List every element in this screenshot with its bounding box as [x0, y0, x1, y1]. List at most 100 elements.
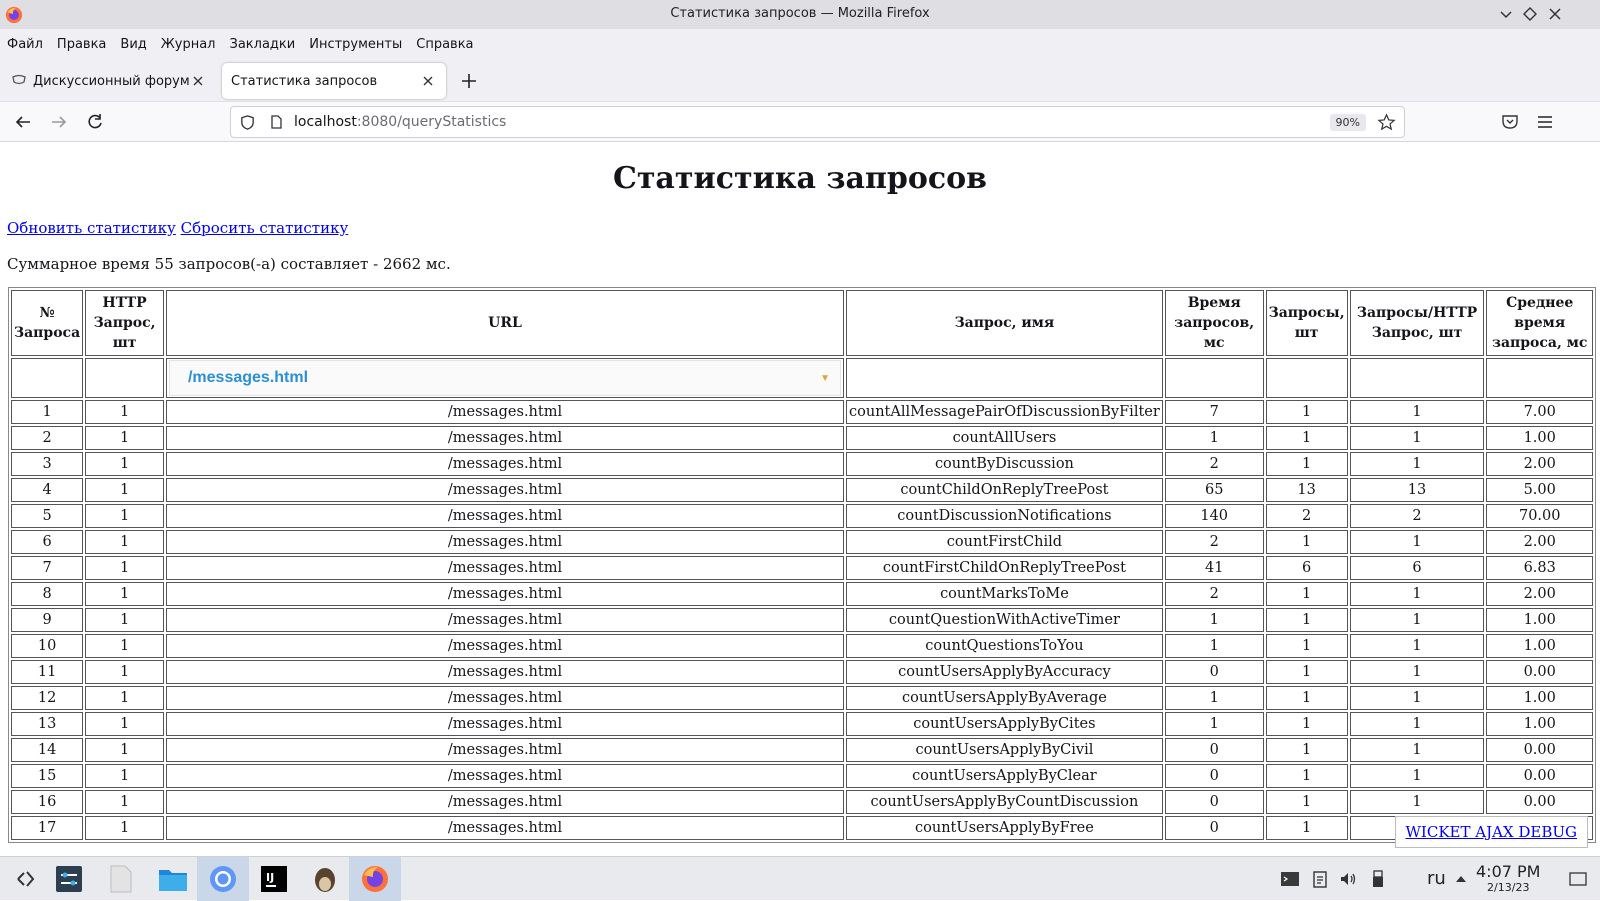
cell-url: /messages.html — [165, 608, 845, 632]
bookmark-star-icon[interactable] — [1377, 113, 1396, 132]
zoom-level-badge[interactable]: 90% — [1329, 114, 1366, 131]
tab-bar: Дискуссионный форум Статистика запросов — [0, 59, 1600, 102]
menu-file[interactable]: Файл — [7, 37, 43, 52]
cell-query-count: 6 — [1265, 556, 1348, 580]
column-header-query-time[interactable]: Время запросов, мс — [1164, 290, 1264, 356]
taskbar-file-manager[interactable] — [147, 857, 199, 901]
url-filter-select[interactable]: /messages.html ▼ — [168, 360, 842, 396]
column-header-http-requests[interactable]: HTTP Запрос, шт — [85, 290, 164, 356]
close-tab-icon[interactable] — [190, 73, 206, 89]
url-text[interactable]: localhost:8080/queryStatistics — [294, 114, 506, 130]
dropdown-caret-icon: ▼ — [820, 372, 831, 384]
system-clock[interactable]: 4:07 PM 2/13/23 — [1476, 862, 1540, 894]
column-header-average-time[interactable]: Среднее время запроса, мс — [1486, 290, 1593, 356]
tab-discussion-forum[interactable]: Дискуссионный форум — [2, 63, 216, 99]
cell-query-name: countFirstChild — [846, 530, 1163, 554]
column-header-query-name[interactable]: Запрос, имя — [846, 290, 1163, 356]
menu-help[interactable]: Справка — [416, 37, 473, 52]
usb-device-icon[interactable] — [1368, 869, 1388, 889]
filter-cell-empty — [1164, 358, 1264, 398]
filter-cell-empty — [11, 358, 84, 398]
keyboard-layout-indicator[interactable]: ru — [1427, 868, 1446, 889]
close-tab-icon[interactable] — [420, 73, 436, 89]
folder-icon — [159, 870, 187, 891]
reload-icon[interactable] — [85, 112, 105, 132]
taskbar-dbeaver[interactable] — [299, 857, 351, 901]
filter-row: /messages.html ▼ — [11, 358, 1593, 398]
new-tab-plus-icon[interactable] — [459, 71, 479, 91]
dbeaver-icon — [315, 868, 335, 892]
tab-label: Дискуссионный форум — [33, 73, 190, 89]
menu-bookmarks[interactable]: Закладки — [230, 37, 296, 52]
cell-query-name: countChildOnReplyTreePost — [846, 478, 1163, 502]
menu-view[interactable]: Вид — [120, 37, 146, 52]
cell-http-requests: 1 — [85, 452, 164, 476]
cell-query-number: 7 — [11, 556, 84, 580]
column-header-queries-per-http[interactable]: Запросы/HTTP Запрос, шт — [1349, 290, 1485, 356]
cell-average-time: 1.00 — [1486, 608, 1593, 632]
column-header-url[interactable]: URL — [165, 290, 845, 356]
table-row: 3 1/messages.html countByDiscussion 2 1 1 2.00 — [11, 452, 1593, 476]
refresh-statistics-link[interactable]: Обновить статистику — [7, 219, 176, 237]
app-launcher-icon — [17, 871, 35, 887]
back-arrow-icon[interactable] — [13, 112, 33, 132]
taskbar-intellij[interactable]: IJ — [248, 857, 300, 901]
cell-url: /messages.html — [165, 686, 845, 710]
address-bar[interactable]: localhost:8080/queryStatistics 90% — [230, 106, 1405, 138]
taskbar-firefox[interactable] — [349, 857, 401, 901]
cell-url: /messages.html — [165, 816, 845, 840]
wicket-ajax-debug-link[interactable]: WICKET AJAX DEBUG — [1394, 816, 1588, 848]
close-window-icon[interactable] — [1546, 5, 1564, 23]
cell-query-time: 0 — [1164, 790, 1264, 814]
cell-http-requests: 1 — [85, 660, 164, 684]
hamburger-menu-icon[interactable] — [1535, 112, 1555, 132]
table-row: 2 1/messages.html countAllUsers 1 1 1 1.00 — [11, 426, 1593, 450]
cell-query-count: 1 — [1265, 790, 1348, 814]
cell-query-number: 14 — [11, 738, 84, 762]
cell-query-number: 11 — [11, 660, 84, 684]
pocket-icon[interactable] — [1500, 112, 1520, 132]
taskbar-settings-app[interactable] — [43, 857, 95, 901]
cell-query-count: 1 — [1265, 686, 1348, 710]
tracking-shield-icon[interactable] — [239, 114, 256, 131]
tray-expand-arrow-icon[interactable] — [1451, 869, 1471, 889]
cell-query-time: 0 — [1164, 660, 1264, 684]
cell-queries-per-http: 1 — [1349, 452, 1485, 476]
cell-average-time: 0.00 — [1486, 790, 1593, 814]
cell-query-number: 4 — [11, 478, 84, 502]
menu-tools[interactable]: Инструменты — [309, 37, 402, 52]
table-row: 9 1/messages.html countQuestionWithActiveT… — [11, 608, 1593, 632]
clipboard-tray-icon[interactable] — [1310, 869, 1330, 889]
forward-arrow-icon[interactable] — [49, 112, 69, 132]
cell-query-count: 1 — [1265, 634, 1348, 658]
cell-http-requests: 1 — [85, 686, 164, 710]
cell-average-time: 6.83 — [1486, 556, 1593, 580]
table-row: 10 1/messages.html countQuestionsToYou 1 1 1 1… — [11, 634, 1593, 658]
cell-url: /messages.html — [165, 582, 845, 606]
maximize-icon[interactable] — [1521, 5, 1539, 23]
cell-query-time: 41 — [1164, 556, 1264, 580]
minimize-icon[interactable] — [1497, 5, 1515, 23]
chromium-icon — [210, 866, 236, 892]
volume-icon[interactable] — [1338, 869, 1358, 889]
cell-url: /messages.html — [165, 452, 845, 476]
menu-history[interactable]: Журнал — [161, 37, 216, 52]
table-row: 5 1/messages.html countDiscussionNotificat… — [11, 504, 1593, 528]
cell-average-time: 70.00 — [1486, 504, 1593, 528]
table-row: 16 1/messages.html countUsersApplyByCountD… — [11, 790, 1593, 814]
cell-queries-per-http: 1 — [1349, 790, 1485, 814]
reset-statistics-link[interactable]: Сбросить статистику — [181, 219, 349, 237]
taskbar-chromium[interactable] — [197, 857, 249, 901]
column-header-query-count[interactable]: Запросы, шт — [1265, 290, 1348, 356]
menu-edit[interactable]: Правка — [57, 37, 106, 52]
column-header-query-number[interactable]: № Запроса — [11, 290, 84, 356]
terminal-tray-icon[interactable] — [1280, 869, 1300, 889]
cell-query-count: 1 — [1265, 582, 1348, 606]
page-info-icon[interactable] — [268, 114, 284, 130]
taskbar-document-app[interactable] — [95, 857, 147, 901]
show-desktop-icon[interactable] — [1568, 869, 1588, 889]
cell-http-requests: 1 — [85, 712, 164, 736]
cell-query-name: countUsersApplyByClear — [846, 764, 1163, 788]
cell-http-requests: 1 — [85, 738, 164, 762]
tab-query-statistics[interactable]: Статистика запросов — [222, 63, 446, 99]
